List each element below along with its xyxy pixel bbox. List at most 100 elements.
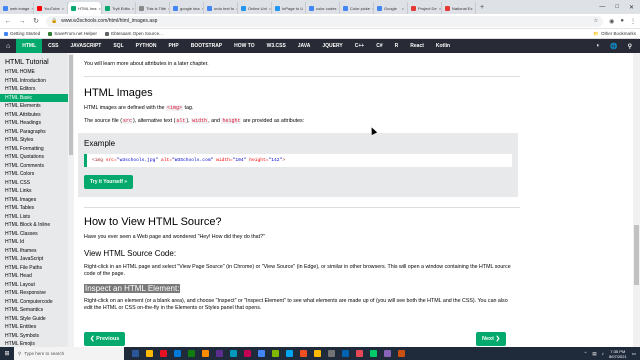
clock[interactable]: 7:35 PM 8/07/2021 [609,349,627,359]
page-scroll-thumb[interactable] [634,225,639,285]
chevron-up-icon[interactable]: ⌃ [584,351,588,357]
topnav-item[interactable]: C++ [349,39,370,53]
search-icon[interactable]: ⚲ [628,43,632,50]
volume-icon[interactable]: ♪ [602,351,604,356]
taskbar-app-icon[interactable] [160,350,167,357]
topnav-item[interactable]: C# [370,39,388,53]
sidebar-item[interactable]: HTML HOME [0,68,68,77]
menu-icon[interactable]: ⋮ [630,18,636,25]
topnav-item[interactable]: PYTHON [130,39,163,53]
browser-tab[interactable]: National Ex × [442,2,476,14]
other-bookmarks[interactable]: 📁 Other Bookmarks [593,31,636,37]
taskbar-app-icon[interactable] [370,350,377,357]
sidebar-item[interactable]: HTML Colors [0,170,68,179]
browser-tab[interactable]: HTML Ima × [68,2,102,14]
try-it-yourself-button[interactable]: Try it Yourself » [84,175,134,189]
topnav-item[interactable]: JAVA [292,39,317,53]
sidebar-item[interactable]: HTML Quotations [0,153,68,162]
sidebar-item[interactable]: HTML Links [0,187,68,196]
sidebar-item[interactable]: HTML JavaScript [0,255,68,264]
topnav-item[interactable]: JQUERY [316,39,348,53]
globe-icon[interactable]: 🌐 [610,43,617,50]
sidebar-scroll-thumb[interactable] [69,55,73,155]
topnav-item[interactable]: Kotlin [430,39,456,53]
topnav-item[interactable]: SQL [107,39,129,53]
topnav-item[interactable]: CSS [42,39,64,53]
sidebar-item[interactable]: HTML Id [0,238,68,247]
maximize-icon[interactable]: □ [615,4,619,11]
sidebar-item[interactable]: HTML Introduction [0,77,68,86]
browser-tab[interactable]: Tryit Edito × [102,2,136,14]
sidebar-item[interactable]: HTML Images [0,196,68,205]
sidebar-item[interactable]: HTML Entities [0,323,68,332]
bookmark-savefrom[interactable]: SaveFrom.net Helper [48,31,97,36]
topnav-item[interactable]: PHP [162,39,184,53]
tab-close-icon[interactable]: × [269,6,271,11]
extension-icon[interactable]: ◉ [609,18,614,25]
browser-tab[interactable]: Google × [374,2,408,14]
browser-tab[interactable]: Color picke× [340,2,374,14]
taskbar-app-icon[interactable] [314,350,321,357]
taskbar-app-icon[interactable] [202,350,209,357]
sidebar-item[interactable]: HTML Classes [0,230,68,239]
sidebar-item[interactable]: HTML Comments [0,162,68,171]
star-icon[interactable]: ☆ [594,18,598,24]
browser-tab[interactable]: YouTube × [34,2,68,14]
tab-close-icon[interactable]: × [132,6,134,11]
reload-icon[interactable]: ↻ [32,17,40,25]
sidebar-item[interactable]: HTML Symbols [0,332,68,341]
topnav-item[interactable]: React [404,39,430,53]
sidebar-item[interactable]: HTML Head [0,272,68,281]
browser-tab[interactable]: Project De × [408,2,442,14]
topnav-item[interactable]: HTML [16,39,43,53]
tab-close-icon[interactable]: × [402,6,404,11]
sidebar-item[interactable]: HTML Block & Inline [0,221,68,230]
new-tab-button[interactable]: + [476,4,488,11]
sidebar-item[interactable]: HTML Style Guide [0,315,68,324]
taskbar-app-icon[interactable] [384,350,391,357]
taskbar-app-icon[interactable] [300,350,307,357]
bookmark-ebtesaam[interactable]: Ebtesaam Open Source... [105,31,163,36]
taskbar-app-icon[interactable] [258,350,265,357]
browser-tab[interactable]: color codes× [306,2,340,14]
tab-close-icon[interactable]: × [62,6,64,11]
sidebar-item[interactable]: HTML Emojis [0,340,68,347]
topnav-item[interactable]: W3.CSS [261,39,292,53]
browser-tab[interactable]: google ima × [170,2,204,14]
topnav-item[interactable]: BOOTSTRAP [185,39,228,53]
sidebar-item[interactable]: HTML File Paths [0,264,68,273]
topnav-item[interactable]: HOW TO [228,39,260,53]
back-icon[interactable]: ← [4,18,12,25]
sidebar-item[interactable]: HTML Computercode [0,298,68,307]
taskbar-app-icon[interactable] [244,350,251,357]
taskbar-app-icon[interactable] [272,350,279,357]
tab-close-icon[interactable]: × [439,6,441,11]
sidebar-item[interactable]: HTML Semantics [0,306,68,315]
url-input[interactable]: 🔒 www.w3schools.com/html/html_images.asp… [46,15,604,27]
topnav-item[interactable]: JAVASCRIPT [64,39,107,53]
notification-icon[interactable]: ▭ [632,351,636,357]
taskbar-app-icon[interactable] [342,350,349,357]
taskbar-search-input[interactable]: ⚲ Type here to search [14,347,124,360]
browser-tab[interactable]: InPage to U × [272,2,306,14]
taskbar-app-icon[interactable] [174,350,181,357]
sidebar-item[interactable]: HTML Attributes [0,111,68,120]
taskbar-app-icon[interactable] [146,350,153,357]
sidebar-item[interactable]: HTML Paragraphs [0,128,68,137]
taskbar-app-icon[interactable] [132,350,139,357]
page-scrollbar[interactable] [633,53,640,347]
sidebar-item[interactable]: HTML Basic [0,93,68,102]
sidebar-item[interactable]: HTML Formatting [0,145,68,154]
bookmark-getting-started[interactable]: Getting Started [4,31,40,36]
taskbar-app-icon[interactable] [328,350,335,357]
browser-tab[interactable]: Online Uni × [238,2,272,14]
sidebar-item[interactable]: HTML CSS [0,179,68,188]
sidebar-item[interactable]: HTML Styles [0,136,68,145]
topnav-item[interactable]: R [389,39,405,53]
forward-icon[interactable]: → [18,18,26,25]
sidebar-item[interactable]: HTML Tables [0,204,68,213]
taskbar-app-icon[interactable] [188,350,195,357]
theme-toggle-icon[interactable]: ◐ [596,43,600,50]
browser-tab[interactable]: urdu text fo× [204,2,238,14]
taskbar-app-icon[interactable] [398,350,405,357]
